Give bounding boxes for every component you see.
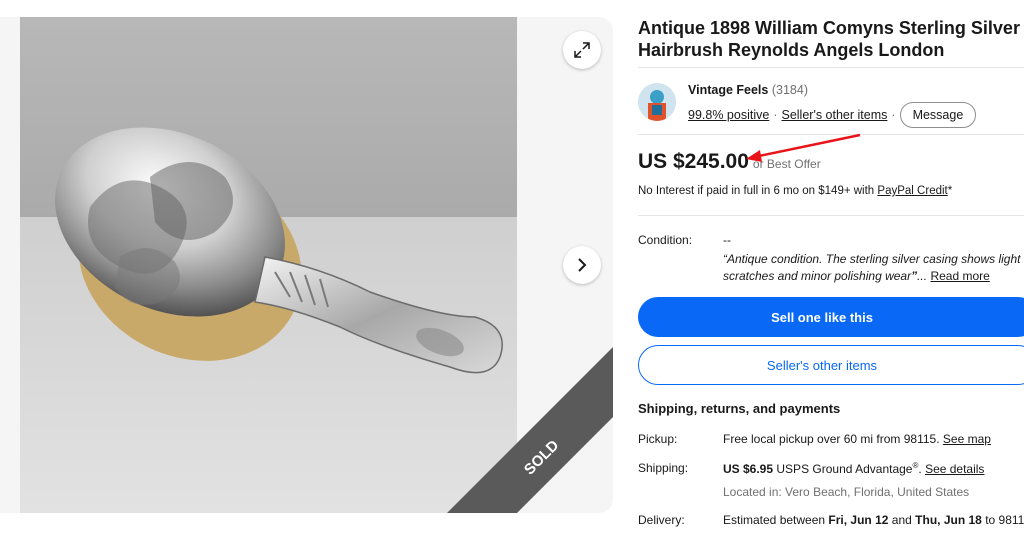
shipping-section-title: Shipping, returns, and payments [638, 401, 841, 416]
product-photo[interactable] [20, 17, 517, 513]
condition-ellipsis: ... [917, 269, 928, 283]
shipping-label: Shipping: [638, 461, 689, 475]
delivery-end: Thu, Jun 18 [915, 513, 982, 527]
seller-links: 99.8% positive · Seller's other items · … [688, 102, 977, 128]
financing-text: No Interest if paid in full in 6 mo on $… [638, 185, 952, 197]
condition-line-1: “Antique condition. The sterling silver … [723, 252, 1024, 266]
delivery-label: Delivery: [638, 513, 685, 527]
read-more-link[interactable]: Read more [930, 269, 989, 283]
sold-label: SOLD [521, 437, 563, 479]
condition-description: “Antique condition. The sterling silver … [723, 251, 1024, 285]
seller-feedback-count: (3184) [771, 83, 808, 97]
delivery-to: to 98115 [985, 513, 1024, 527]
listing-title: Antique 1898 William Comyns Sterling Sil… [638, 18, 1020, 60]
next-image-button[interactable] [563, 246, 601, 284]
delivery-start: Fri, Jun 12 [828, 513, 889, 527]
image-gallery: SOLD [0, 17, 613, 513]
seller-name-row[interactable]: Vintage Feels (3184) [688, 83, 808, 97]
see-map-link[interactable]: See map [943, 432, 991, 446]
pickup-value: Free local pickup over 60 mi from 98115.… [723, 432, 991, 446]
seller-avatar[interactable] [638, 83, 676, 121]
see-details-link[interactable]: See details [925, 462, 984, 476]
price: US $245.00 [638, 150, 749, 173]
paypal-credit-link[interactable]: PayPal Credit [877, 185, 947, 197]
condition-label: Condition: [638, 233, 693, 247]
avatar-image [638, 83, 676, 121]
divider [638, 215, 1024, 216]
hairbrush-image [20, 17, 517, 513]
message-button[interactable]: Message [899, 102, 977, 128]
pickup-label: Pickup: [638, 432, 678, 446]
expand-image-button[interactable] [563, 31, 601, 69]
positive-feedback-link[interactable]: 99.8% positive [688, 108, 769, 122]
divider [638, 67, 1024, 68]
sellers-other-items-button[interactable]: Seller's other items [638, 345, 1024, 385]
registered-mark: ® [912, 461, 919, 470]
annotation-arrow-icon [746, 133, 861, 162]
chevron-right-icon [578, 258, 587, 272]
sell-one-like-this-button[interactable]: Sell one like this [638, 297, 1024, 337]
separator: · [773, 108, 778, 122]
financing-asterisk: * [947, 185, 953, 197]
condition-line-2: scratches and minor polishing wear [723, 269, 912, 283]
delivery-value: Estimated between Fri, Jun 12 and Thu, J… [723, 513, 1024, 527]
shipping-price: US $6.95 [723, 462, 774, 476]
seller-name[interactable]: Vintage Feels [688, 83, 768, 97]
delivery-pre: Estimated between [723, 513, 826, 527]
seller-other-items-link[interactable]: Seller's other items [781, 108, 887, 122]
pickup-text: Free local pickup over 60 mi from 98115. [723, 432, 940, 446]
shipping-service: USPS Ground Advantage [776, 462, 913, 476]
delivery-and: and [891, 513, 912, 527]
expand-icon [574, 42, 590, 58]
financing-label: No Interest if paid in full in 6 mo on $… [638, 185, 875, 197]
item-location: Located in: Vero Beach, Florida, United … [723, 485, 970, 499]
separator: · [891, 108, 896, 122]
condition-value: -- [723, 233, 731, 247]
shipping-value: US $6.95 USPS Ground Advantage®. See det… [723, 461, 985, 476]
